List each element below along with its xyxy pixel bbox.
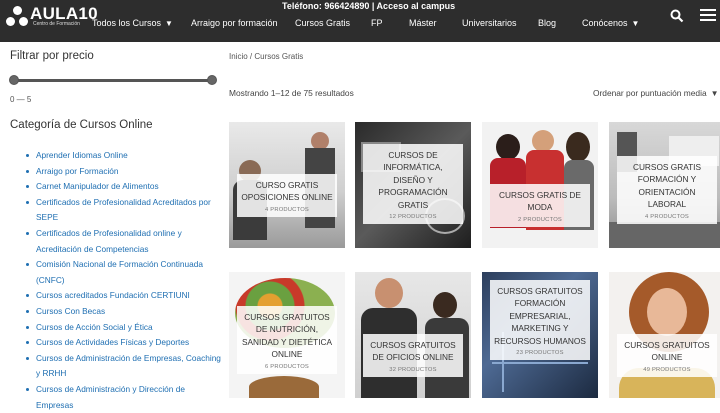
slider-min-handle[interactable] [9, 75, 19, 85]
card-title: CURSO GRATIS OPOSICIONES ONLINE [241, 180, 333, 203]
card-label: CURSOS GRATUITOS DE OFICIOS ONLINE 32 PR… [363, 334, 463, 377]
product-category-card[interactable]: CURSOS DE INFORMÁTICA, DISEÑO Y PROGRAMA… [355, 122, 471, 248]
card-title: CURSOS GRATUITOS DE OFICIOS ONLINE [370, 340, 456, 363]
card-count: 12 PRODUCTOS [389, 214, 437, 221]
results-count: Mostrando 1–12 de 75 resultados [229, 88, 354, 98]
nav-label: FP [371, 18, 383, 28]
nav-label: Arraigo por formación [191, 18, 278, 28]
nav-label: Conócenos [582, 18, 628, 28]
chevron-down-icon: ▼ [165, 19, 173, 28]
card-title: CURSOS DE INFORMÁTICA, DISEÑO Y PROGRAMA… [378, 150, 448, 210]
product-category-card[interactable]: CURSOS GRATIS DE MODA 2 PRODUCTOS [482, 122, 598, 248]
search-icon[interactable] [670, 9, 684, 23]
card-label: CURSOS GRATUITOS FORMACIÓN EMPRESARIAL, … [490, 280, 590, 361]
contact-line[interactable]: Teléfono: 966424890 | Acceso al campus [282, 1, 455, 11]
category-link[interactable]: Cursos Con Becas [26, 304, 221, 320]
sidebar: Filtrar por precio 0 — 5 Categoría de Cu… [0, 42, 222, 410]
card-count: 32 PRODUCTOS [389, 366, 437, 373]
card-title: CURSOS GRATIS FORMACIÓN Y ORIENTACIÓN LA… [632, 162, 702, 210]
card-title: CURSOS GRATUITOS ONLINE [624, 340, 710, 363]
price-range-text: 0 — 5 [10, 95, 32, 104]
category-list: Aprender Idiomas Online Arraigo por Form… [26, 148, 221, 413]
nav-fp[interactable]: FP [371, 18, 383, 28]
slider-max-handle[interactable] [207, 75, 217, 85]
card-count: 2 PRODUCTOS [518, 216, 562, 223]
product-category-card[interactable]: CURSOS GRATUITOS DE OFICIOS ONLINE 32 PR… [355, 272, 471, 398]
nav-arraigo[interactable]: Arraigo por formación [191, 18, 278, 28]
nav-label: Blog [538, 18, 557, 28]
category-link[interactable]: Arraigo por Formación [26, 164, 221, 180]
card-count: 4 PRODUCTOS [265, 206, 309, 213]
product-category-card[interactable]: CURSOS GRATUITOS DE NUTRICIÓN, SANIDAD Y… [229, 272, 345, 398]
nav-label: Cursos Gratis [295, 18, 351, 28]
nav-blog[interactable]: Blog [538, 18, 556, 28]
category-title: Categoría de Cursos Online [10, 119, 153, 131]
category-link[interactable]: Carnet Manipulador de Alimentos [26, 179, 221, 195]
nav-conocenos[interactable]: Conócenos ▼ [582, 18, 639, 28]
category-link[interactable]: Aprender Idiomas Online [26, 148, 221, 164]
nav-cursos-gratis[interactable]: Cursos Gratis [295, 18, 350, 28]
top-header: AULA10 Centro de Formación Teléfono: 966… [0, 0, 720, 42]
sort-label: Ordenar por puntuación media [593, 88, 707, 98]
sort-select[interactable]: Ordenar por puntuación media ▼ [593, 88, 719, 98]
chevron-down-icon: ▼ [710, 89, 719, 98]
card-count: 23 PRODUCTOS [516, 350, 564, 357]
card-label: CURSOS DE INFORMÁTICA, DISEÑO Y PROGRAMA… [363, 144, 463, 225]
category-link[interactable]: Certificados de Profesionalidad online y… [26, 226, 221, 257]
price-slider[interactable] [9, 75, 217, 85]
product-category-card[interactable]: CURSOS GRATIS FORMACIÓN Y ORIENTACIÓN LA… [609, 122, 720, 248]
breadcrumb[interactable]: Inicio / Cursos Gratis [229, 52, 303, 61]
nav-label: Universitarios [462, 18, 517, 28]
category-link[interactable]: Certificados de Profesionalidad Acredita… [26, 195, 221, 226]
category-link[interactable]: Cursos de Administración y Dirección de … [26, 382, 221, 413]
card-count: 49 PRODUCTOS [643, 366, 691, 373]
card-label: CURSOS GRATIS FORMACIÓN Y ORIENTACIÓN LA… [617, 156, 717, 224]
card-count: 6 PRODUCTOS [265, 363, 309, 370]
nav-universitarios[interactable]: Universitarios [462, 18, 517, 28]
nav-todos-los-cursos[interactable]: Todos los Cursos ▼ [92, 18, 173, 28]
product-category-card[interactable]: CURSOS GRATUITOS FORMACIÓN EMPRESARIAL, … [482, 272, 598, 398]
nav-label: Máster [409, 18, 437, 28]
hamburger-menu-icon[interactable] [700, 9, 716, 23]
card-title: CURSOS GRATIS DE MODA [499, 190, 581, 213]
card-label: CURSOS GRATUITOS ONLINE 49 PRODUCTOS [617, 334, 717, 377]
card-label: CURSOS GRATUITOS DE NUTRICIÓN, SANIDAD Y… [237, 306, 337, 374]
chevron-down-icon: ▼ [631, 19, 640, 28]
nav-label: Todos los Cursos [92, 18, 162, 28]
card-label: CURSOS GRATIS DE MODA 2 PRODUCTOS [490, 184, 590, 227]
card-title: CURSOS GRATUITOS FORMACIÓN EMPRESARIAL, … [494, 286, 586, 346]
category-link[interactable]: Cursos de Administración de Empresas, Co… [26, 351, 221, 382]
category-link[interactable]: Cursos de Actividades Físicas y Deportes [26, 335, 221, 351]
product-category-card[interactable]: CURSO GRATIS OPOSICIONES ONLINE 4 PRODUC… [229, 122, 345, 248]
product-category-card[interactable]: CURSOS GRATUITOS ONLINE 49 PRODUCTOS [609, 272, 720, 398]
price-filter-title: Filtrar por precio [10, 50, 94, 62]
card-count: 4 PRODUCTOS [645, 213, 689, 220]
category-link[interactable]: Cursos acreditados Fundación CERTIUNI [26, 288, 221, 304]
category-link[interactable]: Comisión Nacional de Formación Continuad… [26, 257, 221, 288]
nav-master[interactable]: Máster [409, 18, 437, 28]
category-link[interactable]: Cursos de Acción Social y Ética [26, 320, 221, 336]
card-title: CURSOS GRATUITOS DE NUTRICIÓN, SANIDAD Y… [241, 312, 333, 360]
main-nav: Todos los Cursos ▼ Arraigo por formación … [0, 18, 720, 32]
card-label: CURSO GRATIS OPOSICIONES ONLINE 4 PRODUC… [237, 174, 337, 217]
